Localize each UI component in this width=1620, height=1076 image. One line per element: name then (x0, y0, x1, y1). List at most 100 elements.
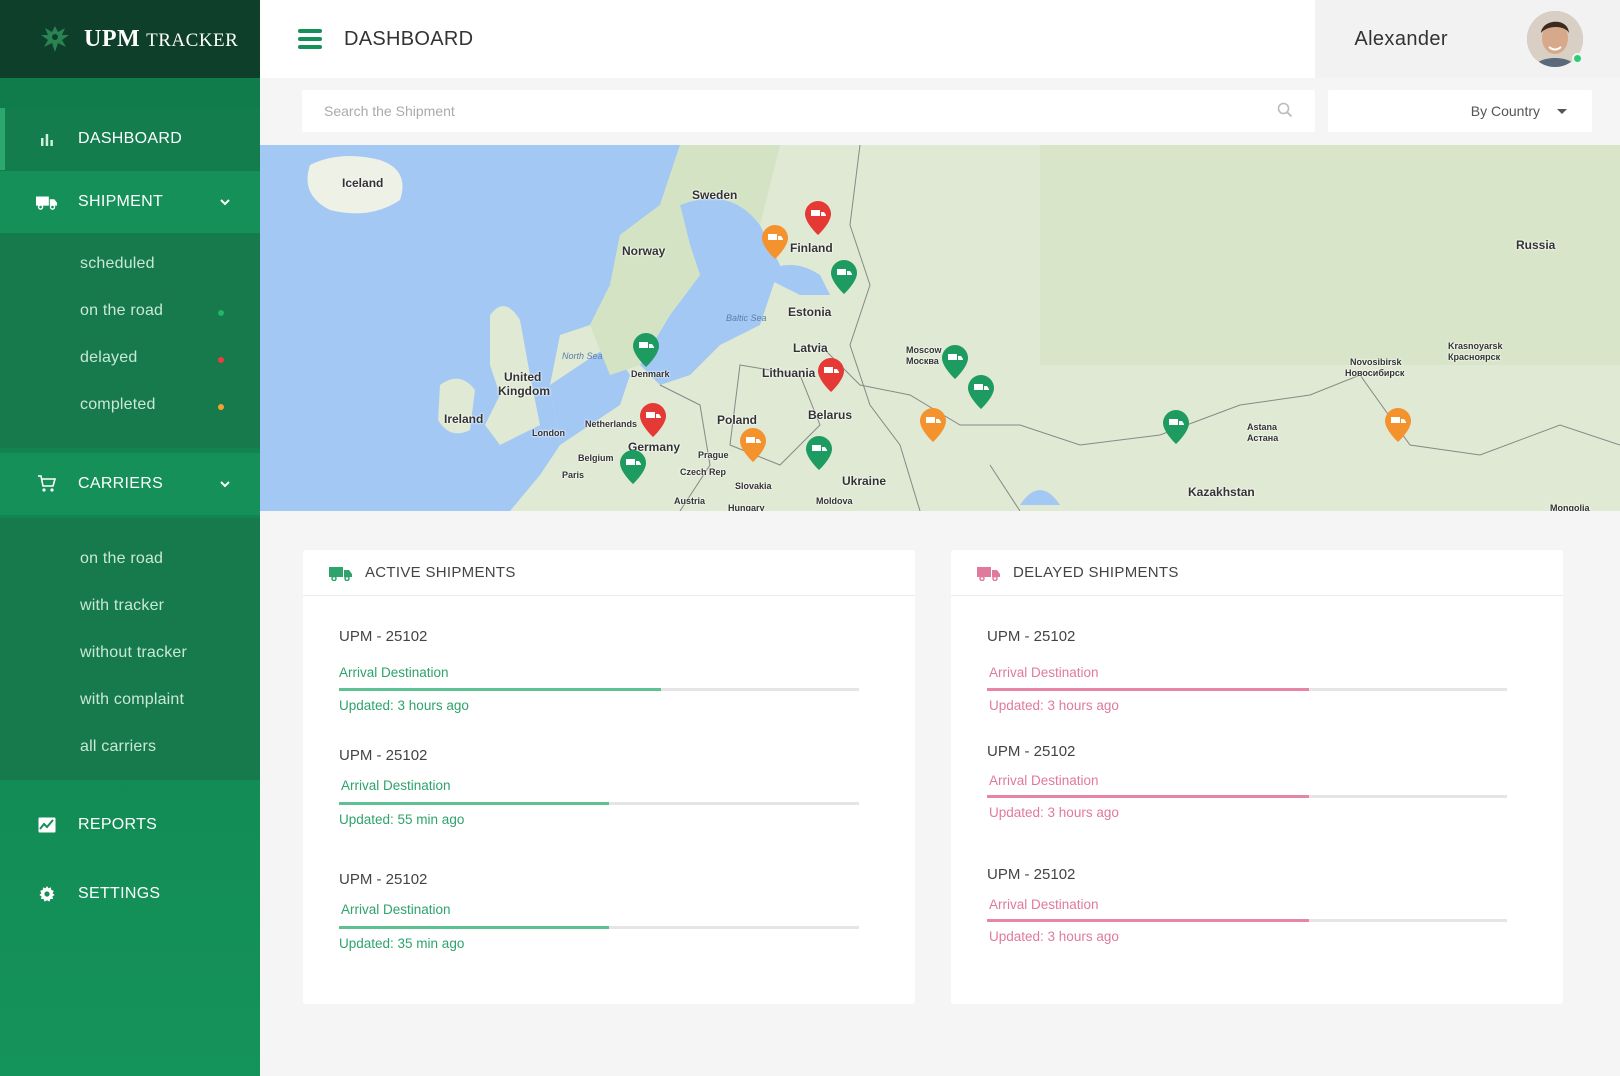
carriers-submenu: on the road with tracker without tracker… (0, 518, 260, 780)
brand-strong: UPM (84, 25, 141, 52)
map-pin-green[interactable] (1163, 410, 1189, 444)
map-label-moldova: Moldova (816, 496, 853, 506)
chevron-down-icon[interactable] (220, 477, 230, 491)
map-background (260, 145, 1620, 511)
map-label-hungary: Hungary (728, 503, 765, 511)
map-label-ukraine: Ukraine (842, 474, 887, 488)
map-label-poland: Poland (717, 413, 758, 427)
search-box (302, 90, 1315, 132)
map-pin-green[interactable] (968, 375, 994, 409)
search-icon[interactable] (1277, 102, 1293, 123)
shipment-destination: Arrival Destination (989, 897, 1099, 912)
topbar: DASHBOARD (260, 0, 1315, 78)
brand-rest: TRACKER (146, 29, 239, 51)
map-label-united: United (504, 370, 542, 384)
sidebar-item-label: DASHBOARD (78, 130, 183, 147)
card-header: DELAYED SHIPMENTS (951, 550, 1563, 596)
shipment-updated: Updated: 3 hours ago (989, 698, 1119, 713)
sidebar-subitem-carriers-on-the-road[interactable]: on the road (80, 550, 163, 568)
shipment-updated: Updated: 55 min ago (339, 812, 465, 827)
truck-icon (36, 194, 58, 210)
map-pin-orange[interactable] (1385, 408, 1411, 442)
map-label-estonia: Estonia (788, 305, 832, 319)
sidebar-subitem-on-the-road[interactable]: on the road (80, 302, 163, 320)
chevron-down-icon[interactable] (220, 195, 230, 209)
map-label-moscow: Moscow (906, 345, 942, 355)
sidebar-item-settings[interactable]: SETTINGS (0, 863, 260, 925)
sidebar-item-label: SETTINGS (78, 885, 161, 902)
map-label-krasnoyarsk-ru: Красноярск (1448, 352, 1501, 362)
shipment-updated: Updated: 3 hours ago (339, 698, 469, 713)
caret-down-icon (1557, 109, 1567, 114)
shipment-updated: Updated: 3 hours ago (989, 805, 1119, 820)
sidebar-subitem-delayed[interactable]: delayed (80, 349, 137, 367)
map-label-russia: Russia (1516, 238, 1556, 252)
sidebar-subitem-all-carriers[interactable]: all carriers (80, 738, 156, 756)
map-label-north-sea: North Sea (562, 351, 603, 361)
map-label-prague: Prague (698, 450, 729, 460)
map-pin-green[interactable] (620, 450, 646, 484)
shipment-id: UPM - 25102 (339, 871, 428, 888)
sidebar-item-reports[interactable]: REPORTS (0, 794, 260, 856)
map-label-latvia: Latvia (793, 341, 828, 355)
sidebar-subitem-with-complaint[interactable]: with complaint (80, 691, 184, 709)
map-label-czech: Czech Rep (680, 467, 727, 477)
map-label-sweden: Sweden (692, 188, 738, 202)
map-pin-orange[interactable] (740, 428, 766, 462)
sidebar-subitem-scheduled[interactable]: scheduled (80, 255, 155, 273)
truck-icon (977, 565, 1001, 581)
sidebar-subitem-completed[interactable]: completed (80, 396, 156, 414)
map-pin-green[interactable] (942, 345, 968, 379)
map-label-astana-ru: Астана (1247, 433, 1279, 443)
sidebar-item-label: REPORTS (78, 816, 158, 833)
shipment-submenu: scheduled on the road delayed completed (0, 234, 260, 448)
user-menu[interactable]: Alexander (1315, 0, 1620, 78)
sidebar-subitem-with-tracker[interactable]: with tracker (80, 597, 164, 615)
sidebar-item-shipment[interactable]: SHIPMENT (0, 171, 260, 233)
sidebar-item-carriers[interactable]: CARRIERS (0, 453, 260, 515)
map-label-paris: Paris (562, 470, 585, 480)
country-filter-select[interactable]: By Country (1328, 90, 1592, 132)
map-pin-red[interactable] (805, 201, 831, 235)
sidebar: UPM TRACKER DASHBOARD SHIPMENT scheduled … (0, 0, 260, 1076)
map-pin-red[interactable] (640, 403, 666, 437)
map-pin-green[interactable] (806, 436, 832, 470)
sidebar-item-dashboard[interactable]: DASHBOARD (0, 108, 260, 170)
map-pin-orange[interactable] (762, 225, 788, 259)
menu-icon[interactable] (298, 29, 322, 49)
search-input[interactable] (302, 90, 1262, 132)
brand[interactable]: UPM TRACKER (0, 0, 260, 78)
card-header: ACTIVE SHIPMENTS (303, 550, 915, 596)
shipment-id: UPM - 25102 (339, 628, 428, 645)
progress-bar (339, 926, 859, 929)
map-label-denmark: Denmark (631, 369, 670, 379)
reports-chart-icon (36, 817, 58, 833)
map-pin-red[interactable] (818, 358, 844, 392)
map-label-astana: Astana (1247, 422, 1278, 432)
progress-bar (987, 919, 1507, 922)
active-shipments-card: ACTIVE SHIPMENTS UPM - 25102 Arrival Des… (303, 550, 915, 1004)
map-label-netherlands: Netherlands (585, 419, 638, 429)
delayed-shipments-card: DELAYED SHIPMENTS UPM - 25102 Arrival De… (951, 550, 1563, 1004)
status-dot-orange (218, 404, 224, 410)
map-pin-orange[interactable] (920, 408, 946, 442)
map-label-finland: Finland (790, 241, 833, 255)
map-pin-green[interactable] (831, 260, 857, 294)
sidebar-subitem-without-tracker[interactable]: without tracker (80, 644, 187, 662)
shipment-destination: Arrival Destination (989, 773, 1099, 788)
progress-bar (339, 802, 859, 805)
shipment-id: UPM - 25102 (339, 747, 428, 764)
status-dot-green (218, 310, 224, 316)
shipment-destination: Arrival Destination (341, 902, 451, 917)
shipment-map[interactable]: Iceland Sweden Finland Norway Estonia La… (260, 145, 1620, 511)
map-pin-green[interactable] (633, 333, 659, 367)
map-label-novosibirsk-ru: Новосибирск (1345, 368, 1405, 378)
gear-icon (36, 886, 58, 902)
map-label-kingdom: Kingdom (498, 384, 550, 398)
sidebar-item-label: SHIPMENT (78, 193, 164, 210)
shipment-id: UPM - 25102 (987, 866, 1076, 883)
map-label-moscow-ru: Москва (906, 356, 939, 366)
progress-bar (987, 688, 1507, 691)
sidebar-item-label: CARRIERS (78, 475, 164, 492)
status-dot-red (218, 357, 224, 363)
